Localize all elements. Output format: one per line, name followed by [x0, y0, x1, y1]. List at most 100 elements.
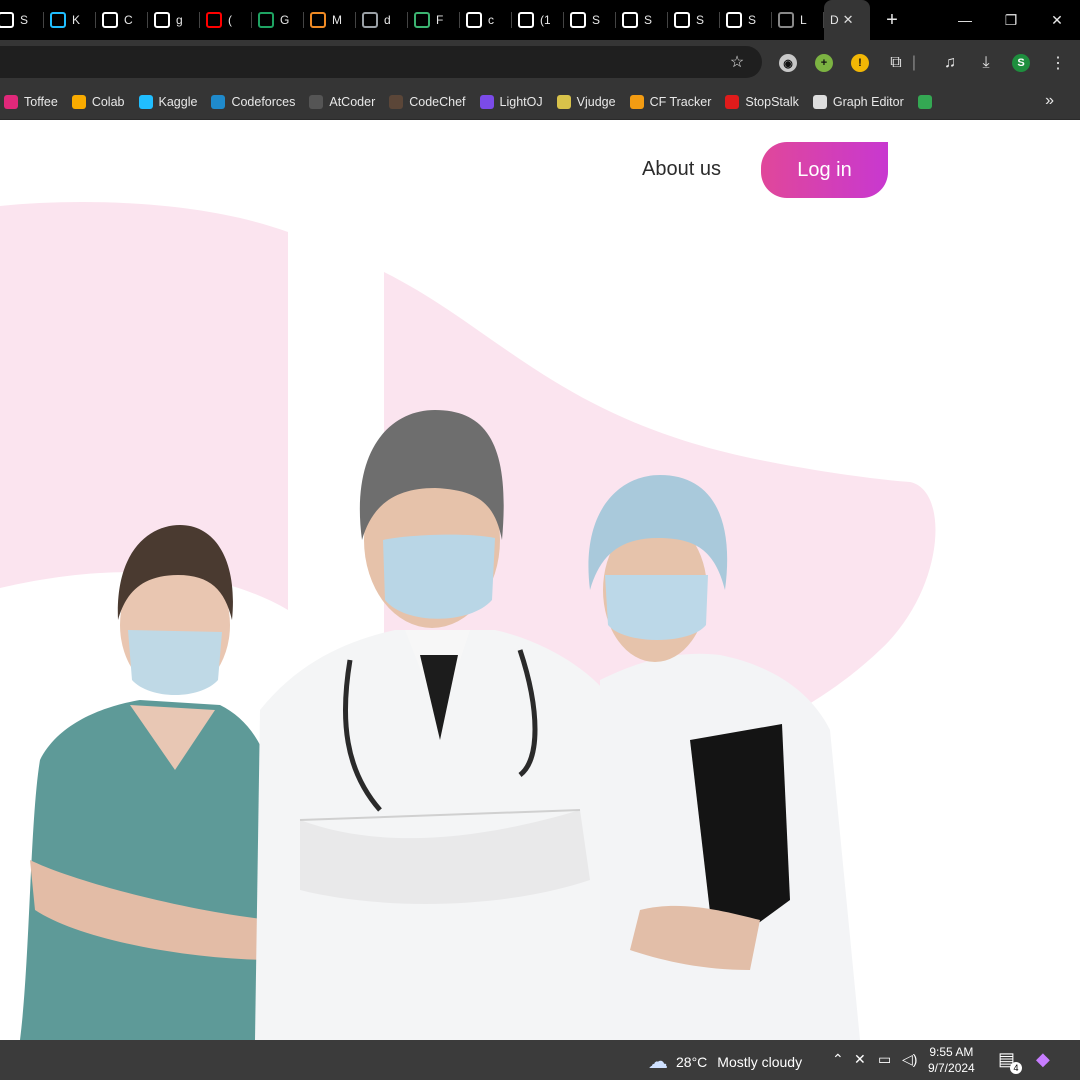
tab-3[interactable]: g: [148, 0, 200, 40]
tab-2[interactable]: C: [96, 0, 148, 40]
login-button[interactable]: Log in: [761, 142, 888, 198]
tab-7[interactable]: d: [356, 0, 408, 40]
input-language-icon[interactable]: ✕: [854, 1051, 866, 1068]
tab-6[interactable]: M: [304, 0, 356, 40]
tab-title: S: [748, 13, 757, 27]
download-icon[interactable]: ⤓: [975, 52, 997, 74]
tab-11[interactable]: S: [564, 0, 616, 40]
cloudy-weather-icon: ☁: [648, 1051, 668, 1073]
stopstalk-icon: [725, 94, 740, 109]
bookmark-codechef[interactable]: CodeChef: [389, 94, 466, 109]
address-bar[interactable]: ☆: [0, 46, 762, 78]
github-icon: [778, 12, 794, 28]
bookmark-codeforces[interactable]: Codeforces: [211, 94, 295, 109]
tab-title: S: [644, 13, 653, 27]
bookmark-toffee[interactable]: Toffee: [4, 94, 58, 109]
tab-title: F: [436, 13, 444, 27]
volume-icon[interactable]: ◁): [902, 1051, 917, 1068]
bookmark-lightoj[interactable]: LightOJ: [479, 94, 543, 109]
bookmark-label: Kaggle: [158, 94, 198, 109]
bookmark-colab[interactable]: Colab: [71, 94, 125, 109]
new-tab-button[interactable]: +: [872, 0, 912, 40]
tab-title: c: [488, 13, 494, 27]
tab-active[interactable]: D ✕: [824, 0, 870, 40]
medical-staff-illustration: [20, 410, 860, 1040]
system-clock[interactable]: 9:55 AM 9/7/2024: [928, 1044, 975, 1076]
tab-title: (: [228, 13, 232, 27]
tab-1[interactable]: K: [44, 0, 96, 40]
restore-button[interactable]: ❐: [988, 0, 1034, 40]
notification-count-badge: 4: [1010, 1062, 1022, 1074]
bookmark-star-icon[interactable]: ☆: [726, 51, 748, 73]
tab-title: d: [384, 13, 391, 27]
toolbar-divider: |: [911, 54, 917, 71]
bookmark-stopstalk[interactable]: StopStalk: [725, 94, 799, 109]
github-icon: [726, 12, 742, 28]
extension-plus-icon[interactable]: +: [815, 54, 833, 72]
extension-info-icon[interactable]: !: [851, 54, 869, 72]
bookmark-cf-tracker[interactable]: CF Tracker: [629, 94, 711, 109]
bookmark-graph-editor[interactable]: Graph Editor: [812, 94, 904, 109]
network-icon[interactable]: ▭: [878, 1051, 891, 1068]
bookmarks-overflow-icon[interactable]: »: [1045, 92, 1054, 110]
tab-0[interactable]: S: [0, 0, 44, 40]
codechef-icon: [389, 94, 404, 109]
tab-title: S: [20, 13, 29, 27]
copilot-icon[interactable]: ◆: [1036, 1049, 1050, 1070]
menu-kebab-icon[interactable]: ⋮: [1047, 52, 1069, 74]
drive-icon: [917, 94, 932, 109]
tab-5[interactable]: G: [252, 0, 304, 40]
tab-14[interactable]: S: [720, 0, 772, 40]
vjudge-icon: [556, 94, 571, 109]
drive-icon: [362, 12, 378, 28]
tab-title: L: [800, 13, 807, 27]
tab-active-title: D: [830, 13, 839, 27]
bookmark-atcoder[interactable]: AtCoder: [309, 94, 376, 109]
weather-condition: Mostly cloudy: [717, 1053, 803, 1070]
minimize-button[interactable]: —: [942, 0, 988, 40]
profile-avatar[interactable]: S: [1012, 54, 1030, 72]
tab-list: S K Cg (G Md Fc (1 S S S S L: [0, 0, 824, 40]
bookmark-drive[interactable]: [917, 94, 938, 109]
tab-8[interactable]: F: [408, 0, 460, 40]
tab-9[interactable]: c: [460, 0, 512, 40]
nurse-left-figure: [20, 525, 285, 1040]
bookmark-label: Graph Editor: [832, 94, 904, 109]
chatgpt-icon: [466, 12, 482, 28]
bookmark-kaggle[interactable]: Kaggle: [138, 94, 198, 109]
graph-editor-icon: [812, 94, 827, 109]
bookmark-label: AtCoder: [329, 94, 376, 109]
colab-icon: [71, 94, 86, 109]
tab-title: g: [176, 13, 183, 27]
kaggle-icon: [50, 12, 66, 28]
media-control-icon[interactable]: ♫: [939, 52, 961, 74]
bookmark-label: Vjudge: [576, 94, 616, 109]
show-hidden-icons-icon[interactable]: ⌃: [832, 1051, 844, 1068]
bookmark-label: StopStalk: [745, 94, 799, 109]
leaf-icon: [414, 12, 430, 28]
weather-widget[interactable]: ☁ 28°C Mostly cloudy: [648, 1049, 802, 1074]
nurse-right-figure: [588, 475, 860, 1040]
extensions-puzzle-icon[interactable]: ⧉: [885, 52, 907, 74]
tab-close-icon[interactable]: ✕: [843, 12, 854, 28]
web-page: About us Log in: [0, 120, 1080, 1040]
tab-strip: S K Cg (G Md Fc (1 S S S S L D ✕ + — ❐ ✕: [0, 0, 1080, 40]
tab-title: M: [332, 13, 342, 27]
close-window-button[interactable]: ✕: [1034, 0, 1080, 40]
extension-owl-icon[interactable]: ◉: [779, 54, 797, 72]
tab-4[interactable]: (: [200, 0, 252, 40]
browser-toolbar: ☆ ◉ + ! ⧉ | ♫ ⤓ S ⋮: [0, 40, 1080, 84]
bookmark-label: CodeChef: [409, 94, 466, 109]
bookmark-vjudge[interactable]: Vjudge: [556, 94, 616, 109]
sheets-icon: [258, 12, 274, 28]
tab-13[interactable]: S: [668, 0, 720, 40]
nav-about-link[interactable]: About us: [642, 158, 721, 181]
youtube-icon: [206, 12, 222, 28]
tab-12[interactable]: S: [616, 0, 668, 40]
tab-15[interactable]: L: [772, 0, 824, 40]
audio-icon: [518, 12, 534, 28]
tab-10[interactable]: (1: [512, 0, 564, 40]
doctor-center-figure: [255, 410, 640, 1040]
codeforces-icon: [211, 94, 226, 109]
kaggle-icon: [138, 94, 153, 109]
